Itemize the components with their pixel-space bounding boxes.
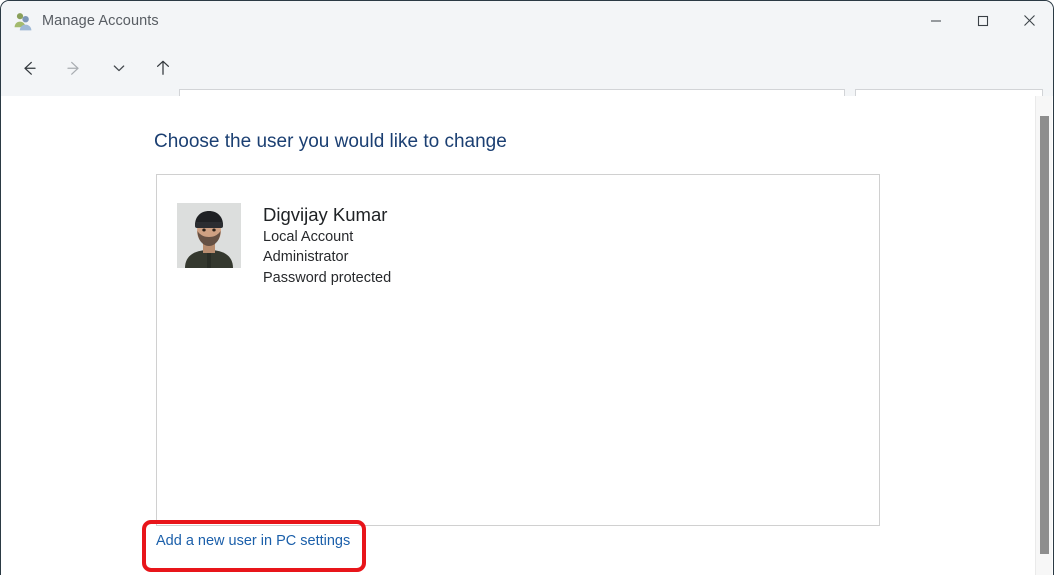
content-area: Choose the user you would like to change: [2, 96, 1035, 575]
window-controls: [912, 1, 1053, 40]
close-button[interactable]: [1006, 1, 1053, 40]
title-bar: Manage Accounts: [1, 1, 1053, 40]
back-button[interactable]: [10, 49, 48, 87]
account-name: Digvijay Kumar: [263, 204, 388, 225]
account-role: Administrator: [263, 249, 349, 266]
window-title: Manage Accounts: [42, 12, 159, 29]
account-password-status: Password protected: [263, 269, 392, 286]
up-button[interactable]: [144, 49, 182, 87]
manage-accounts-window: Manage Accounts Choose the user you woul…: [0, 0, 1054, 575]
scrollbar-thumb[interactable]: [1040, 116, 1049, 554]
navigation-bar: « All Control Panel Items ❯ User Account…: [1, 40, 1053, 128]
maximize-button[interactable]: [959, 1, 1006, 40]
minimize-button[interactable]: [912, 1, 959, 40]
recent-locations-chevron-down-icon[interactable]: [100, 49, 138, 87]
account-type: Local Account: [263, 228, 354, 245]
user-accounts-icon: [13, 11, 33, 31]
add-user-link-wrap: Add a new user in PC settings: [156, 532, 350, 550]
accounts-panel: Digvijay Kumar Local Account Administrat…: [156, 174, 880, 526]
account-list-item[interactable]: Digvijay Kumar Local Account Administrat…: [177, 203, 391, 288]
account-details: Digvijay Kumar Local Account Administrat…: [263, 203, 391, 288]
add-new-user-link[interactable]: Add a new user in PC settings: [156, 533, 350, 549]
avatar[interactable]: [177, 203, 241, 268]
page-title: Choose the user you would like to change: [154, 131, 507, 152]
vertical-scrollbar[interactable]: [1035, 96, 1052, 575]
forward-button[interactable]: [55, 49, 93, 87]
